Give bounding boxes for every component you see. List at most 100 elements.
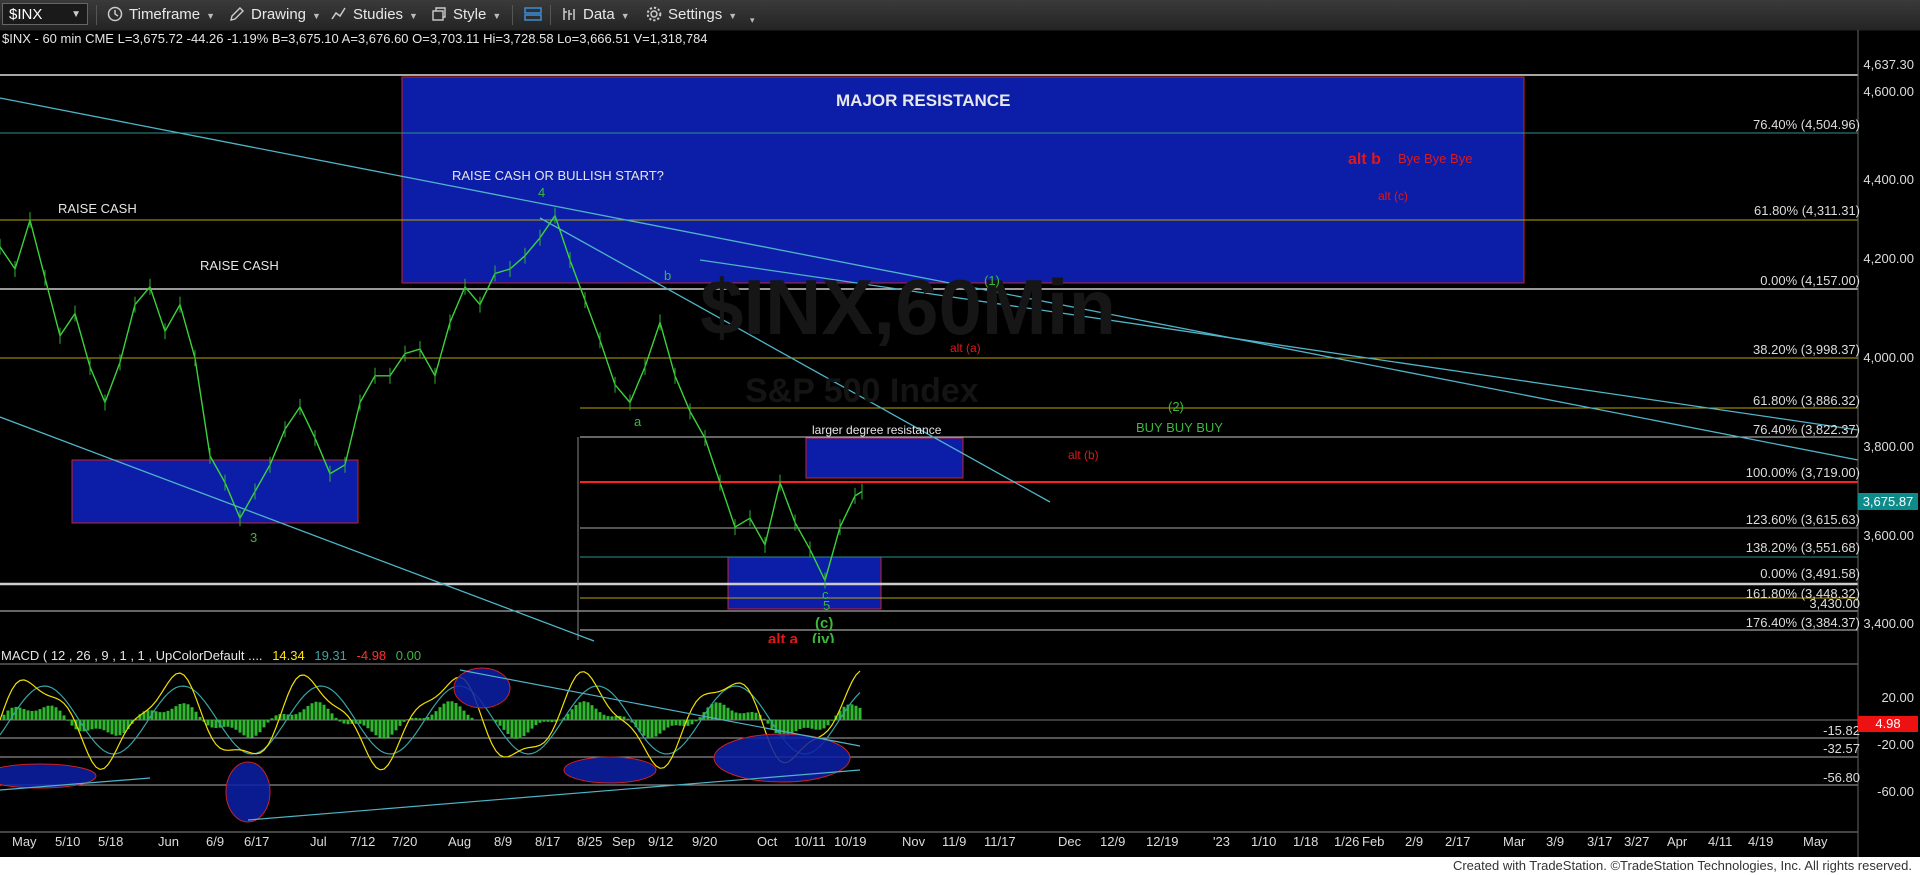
- x-axis-tick: Apr: [1667, 834, 1688, 849]
- x-axis-tick: May: [12, 834, 37, 849]
- fib-label: 161.80% (3,448.32): [1745, 586, 1860, 601]
- macd-level-label: -56.80: [1823, 770, 1860, 785]
- x-axis-tick: Jun: [158, 834, 179, 849]
- fib-label: 76.40% (3,822.37): [1753, 422, 1860, 437]
- wave-iv-label: (iv): [812, 631, 835, 643]
- x-axis-tick: 10/11: [794, 834, 826, 849]
- x-axis-tick: 2/9: [1405, 834, 1424, 849]
- x-axis-tick: Nov: [902, 834, 926, 849]
- fib-label: 0.00% (4,157.00): [1760, 273, 1860, 288]
- macd-value: 14.34: [272, 648, 305, 663]
- x-axis-tick: 4/11: [1708, 834, 1733, 849]
- raise-or-bull-label: RAISE CASH OR BULLISH START?: [452, 168, 664, 183]
- macd-label: MACD ( 12 , 26 , 9 , 1 , 1 , UpColorDefa…: [1, 648, 263, 663]
- x-axis-tick: 11/17: [984, 834, 1016, 849]
- x-axis-tick: Aug: [448, 834, 472, 849]
- x-axis-tick: Dec: [1058, 834, 1082, 849]
- fib-label: 61.80% (4,311.31): [1754, 203, 1860, 218]
- macd-tick: -20.00: [1877, 737, 1914, 752]
- x-axis-tick: 3/17: [1587, 834, 1613, 849]
- wave-b-label: b: [664, 268, 672, 283]
- price-tick: 3,600.00: [1863, 528, 1914, 543]
- price-tick: 4,000.00: [1863, 350, 1914, 365]
- x-axis-tick: 8/9: [494, 834, 513, 849]
- bye-label: Bye Bye Bye: [1398, 151, 1473, 166]
- macd-ellipse: [0, 763, 97, 789]
- x-axis-tick: 8/25: [577, 834, 603, 849]
- wave-a-label: a: [634, 414, 642, 429]
- wave-4-label: 4: [538, 185, 546, 200]
- macd-header: MACD ( 12 , 26 , 9 , 1 , 1 , UpColorDefa…: [1, 648, 421, 663]
- wave-2-label: (2): [1168, 399, 1184, 414]
- x-axis-tick: 3/9: [1546, 834, 1565, 849]
- support-box: [71, 459, 359, 524]
- fib-label: 61.80% (3,886.32): [1753, 393, 1860, 408]
- macd-current-tag: 4.98: [1858, 716, 1918, 732]
- x-axis-tick: 6/9: [206, 834, 225, 849]
- macd-hist-value: -4.98: [356, 648, 387, 663]
- macd-level-label: -15.82: [1823, 723, 1860, 738]
- macd-trend-line: [247, 769, 861, 821]
- alt-c-label: alt (c): [1378, 189, 1408, 203]
- price-header: $INX - 60 min CME L=3,675.72 -44.26 -1.1…: [2, 31, 708, 46]
- x-axis-tick: May: [1803, 834, 1828, 849]
- x-axis-tick: 9/12: [648, 834, 674, 849]
- x-axis-tick: 7/20: [392, 834, 418, 849]
- price-tick: 4,200.00: [1863, 251, 1914, 266]
- axis-top-price: 4,637.30: [1863, 57, 1914, 72]
- x-axis-tick: 1/10: [1251, 834, 1277, 849]
- fib-label: 38.20% (3,998.37): [1753, 342, 1860, 357]
- macd-signal-value: 19.31: [314, 648, 347, 663]
- x-axis-tick: 1/18: [1293, 834, 1319, 849]
- fib-label: 123.60% (3,615.63): [1745, 512, 1860, 527]
- x-axis-tick: '23: [1213, 834, 1230, 849]
- fib-label: 100.00% (3,719.00): [1745, 465, 1860, 480]
- x-axis-tick: 1/26: [1334, 834, 1360, 849]
- watermark-name: S&P 500 Index: [745, 372, 979, 410]
- x-axis-tick: 8/17: [535, 834, 561, 849]
- raise-cash-label: RAISE CASH: [200, 258, 279, 273]
- x-axis-tick: Sep: [612, 834, 636, 849]
- buy-label: BUY BUY BUY: [1136, 420, 1223, 435]
- x-axis-tick: Jul: [310, 834, 327, 849]
- raise-cash-label: RAISE CASH: [58, 201, 137, 216]
- fib-label: 76.40% (4,504.96): [1753, 117, 1860, 132]
- x-axis-tick: 12/9: [1100, 834, 1126, 849]
- price-tick: 4,600.00: [1863, 84, 1914, 99]
- x-axis-tick: Oct: [757, 834, 778, 849]
- wave-3-label: 3: [250, 530, 258, 545]
- macd-level-label: -32.57: [1823, 741, 1860, 756]
- alt-a-label: alt (a): [950, 341, 981, 355]
- price-chart[interactable]: [0, 0, 1920, 857]
- copyright: Created with TradeStation. ©TradeStation…: [1452, 858, 1912, 873]
- alt-b2-label: alt (b): [1068, 448, 1099, 462]
- macd-ellipse: [563, 756, 657, 784]
- macd-ellipse: [713, 733, 851, 783]
- x-axis-tick: 5/18: [98, 834, 124, 849]
- footer: Created with TradeStation. ©TradeStation…: [0, 857, 1920, 875]
- macd-ellipse: [225, 761, 271, 823]
- alt-b-label: alt b: [1348, 151, 1381, 168]
- larger-resistance-box: [805, 437, 964, 479]
- price-tick: 3,400.00: [1863, 616, 1914, 631]
- wave-c-paren-label: (c): [815, 615, 834, 632]
- wave-1-label: (1): [984, 273, 1000, 288]
- x-axis-tick: 10/19: [834, 834, 867, 849]
- x-axis-tick: 2/17: [1445, 834, 1471, 849]
- major-resistance-label: MAJOR RESISTANCE: [836, 91, 1011, 110]
- price-tick: 3,800.00: [1863, 439, 1914, 454]
- price-tick: 4,400.00: [1863, 172, 1914, 187]
- larger-resistance-label: larger degree resistance: [812, 423, 942, 437]
- watermark-symbol: $INX,60Min: [700, 263, 1117, 351]
- wave-5-label: 5: [823, 598, 831, 613]
- x-axis-tick: 12/19: [1146, 834, 1179, 849]
- trend-line: [0, 416, 595, 642]
- x-axis-tick: 6/17: [244, 834, 270, 849]
- x-axis-tick: 11/9: [942, 834, 967, 849]
- macd-tick: 20.00: [1881, 690, 1914, 705]
- x-axis-tick: 4/19: [1748, 834, 1774, 849]
- x-axis-tick: Feb: [1362, 834, 1385, 849]
- fib-label: 176.40% (3,384.37): [1745, 615, 1860, 630]
- last-price-tag: 3,675.87: [1858, 493, 1918, 510]
- alt-a-bottom-label: alt a: [768, 631, 799, 643]
